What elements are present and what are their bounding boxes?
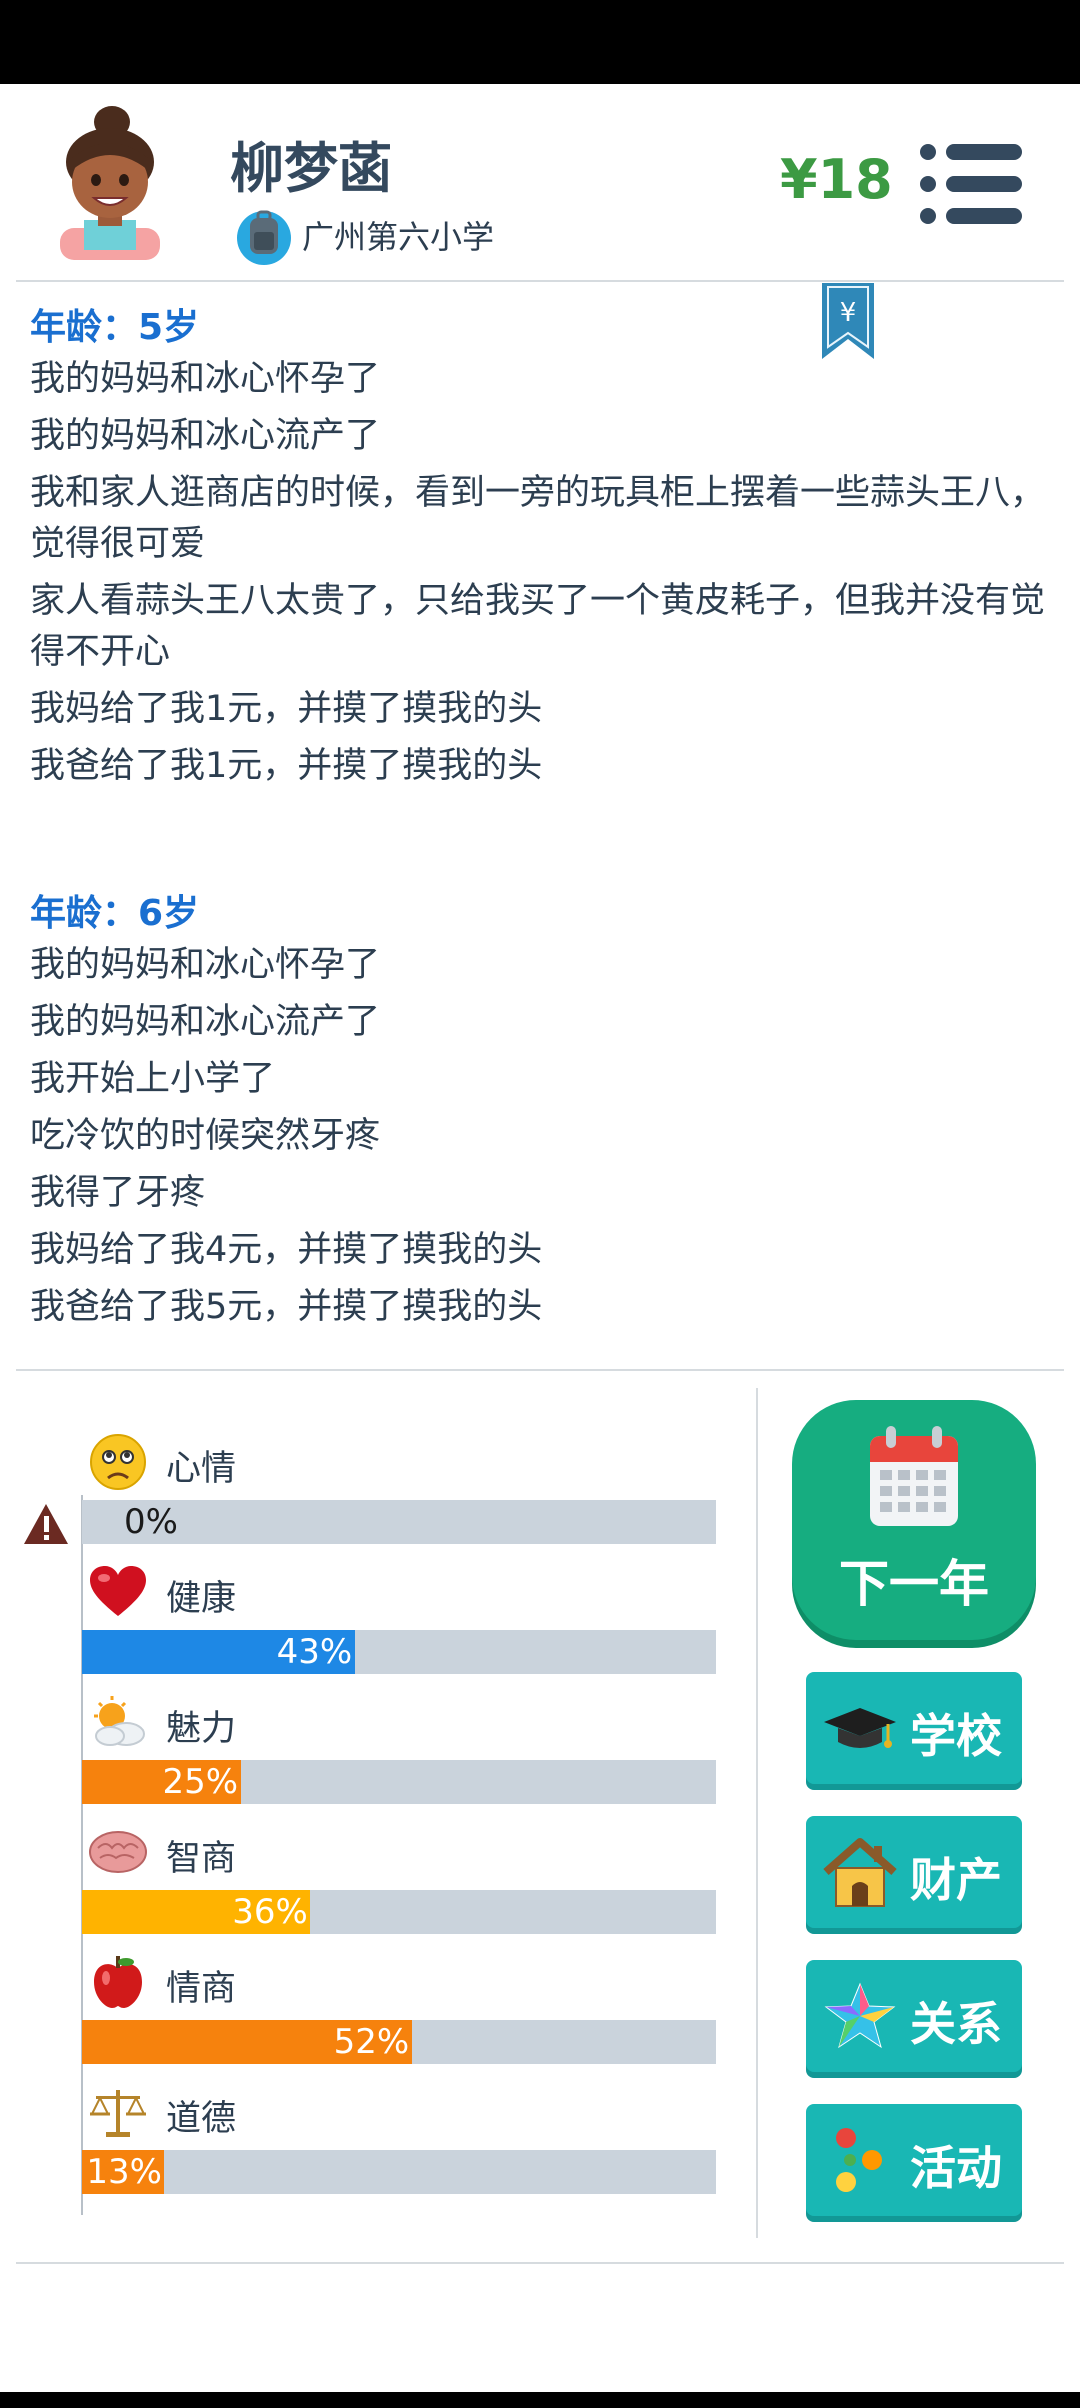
log-event: 我的妈妈和冰心怀孕了 — [30, 359, 381, 399]
relations-button-label: 关系 — [910, 1997, 1002, 2051]
school-button[interactable]: 学校 — [806, 1672, 1022, 1784]
activities-button[interactable]: 活动 — [806, 2104, 1022, 2216]
log-event: 家人看蒜头王八太贵了，只给我买了一个黄皮耗子，但我并没有觉得不开心 — [30, 581, 1046, 672]
stat-bar: 0% — [82, 1500, 716, 1544]
log-event: 我妈给了我4元，并摸了摸我的头 — [30, 1230, 543, 1270]
school-name: 广州第六小学 — [302, 218, 495, 256]
relations-button[interactable]: 关系 — [806, 1960, 1022, 2072]
stat-label: 心情 — [166, 1449, 237, 1489]
log-event: 我得了牙疼 — [30, 1173, 206, 1213]
stat-value: 0% — [124, 1502, 178, 1542]
stats-axis-line — [81, 1495, 83, 2215]
stat-bar: 13% — [82, 2150, 716, 2194]
activities-button-label: 活动 — [910, 2141, 1002, 2195]
life-log: 年龄：5岁 我的妈妈和冰心怀孕了 我的妈妈和冰心流产了 我和家人逛商店的时候，看… — [30, 300, 1050, 1427]
age-heading: 年龄：5岁 — [30, 307, 200, 348]
system-nav-bar — [0, 2392, 1080, 2408]
house-icon — [823, 1838, 897, 1907]
log-event: 我的妈妈和冰心怀孕了 — [30, 945, 381, 985]
status-bar — [0, 0, 1080, 84]
stat-value: 25% — [162, 1762, 239, 1802]
log-event: 我爸给了我5元，并摸了摸我的头 — [30, 1287, 543, 1327]
next-year-button[interactable]: 下一年 — [792, 1400, 1036, 1640]
log-event: 我妈给了我1元，并摸了摸我的头 — [30, 689, 543, 729]
star-icon — [824, 1982, 896, 2049]
stat-bar: 52% — [82, 2020, 716, 2064]
brain-icon — [89, 1831, 147, 1873]
panel-separator — [756, 1388, 758, 2238]
apple-icon — [94, 1956, 142, 2008]
calendar-icon — [870, 1426, 958, 1526]
stat-label: 道德 — [166, 2099, 237, 2139]
scales-icon — [90, 2090, 146, 2137]
bottom-divider — [16, 2262, 1064, 2264]
stat-bar: 25% — [82, 1760, 716, 1804]
stat-label: 智商 — [166, 1839, 237, 1879]
warning-icon — [24, 1504, 68, 1544]
stat-value: 43% — [276, 1632, 353, 1672]
backpack-icon — [237, 210, 291, 265]
stat-label: 健康 — [166, 1579, 237, 1619]
stat-bar: 36% — [82, 1890, 716, 1934]
log-divider — [16, 1369, 1064, 1371]
property-button-label: 财产 — [910, 1853, 1002, 1907]
log-event: 我开始上小学了 — [30, 1059, 276, 1099]
menu-icon[interactable] — [918, 142, 1026, 226]
avatar — [60, 106, 160, 260]
stat-value: 52% — [333, 2022, 410, 2062]
heart-icon — [90, 1566, 146, 1616]
player-header: 柳梦菡 广州第六小学 ¥18 — [0, 84, 1080, 282]
stat-label: 魅力 — [166, 1709, 237, 1749]
graduation-cap-icon — [824, 1708, 896, 1748]
log-event: 我爸给了我1元，并摸了摸我的头 — [30, 746, 543, 786]
next-year-label: 下一年 — [839, 1555, 989, 1613]
log-event: 我和家人逛商店的时候，看到一旁的玩具柜上摆着一些蒜头王八，觉得很可爱 — [30, 473, 1046, 564]
year-block: 年龄：5岁 我的妈妈和冰心怀孕了 我的妈妈和冰心流产了 我和家人逛商店的时候，看… — [30, 300, 1050, 792]
player-name: 柳梦菡 — [230, 137, 392, 200]
log-event: 吃冷饮的时候突然牙疼 — [30, 1116, 381, 1156]
money-amount: ¥18 — [780, 148, 893, 211]
stat-value: 13% — [86, 2152, 162, 2192]
property-button[interactable]: 财产 — [806, 1816, 1022, 1928]
activity-dots-icon — [836, 2128, 882, 2192]
year-block: 年龄：6岁 我的妈妈和冰心怀孕了 我的妈妈和冰心流产了 我开始上小学了 吃冷饮的… — [30, 886, 1050, 1333]
stat-label: 情商 — [166, 1969, 237, 2009]
sun-cloud-icon — [94, 1696, 145, 1746]
age-heading: 年龄：6岁 — [30, 893, 200, 934]
log-event: 我的妈妈和冰心流产了 — [30, 416, 381, 456]
sad-face-icon — [90, 1434, 146, 1490]
school-button-label: 学校 — [910, 1709, 1002, 1763]
stat-value: 36% — [232, 1892, 308, 1932]
stat-bar: 43% — [82, 1630, 716, 1674]
header-divider — [16, 280, 1064, 282]
log-event: 我的妈妈和冰心流产了 — [30, 1002, 381, 1042]
